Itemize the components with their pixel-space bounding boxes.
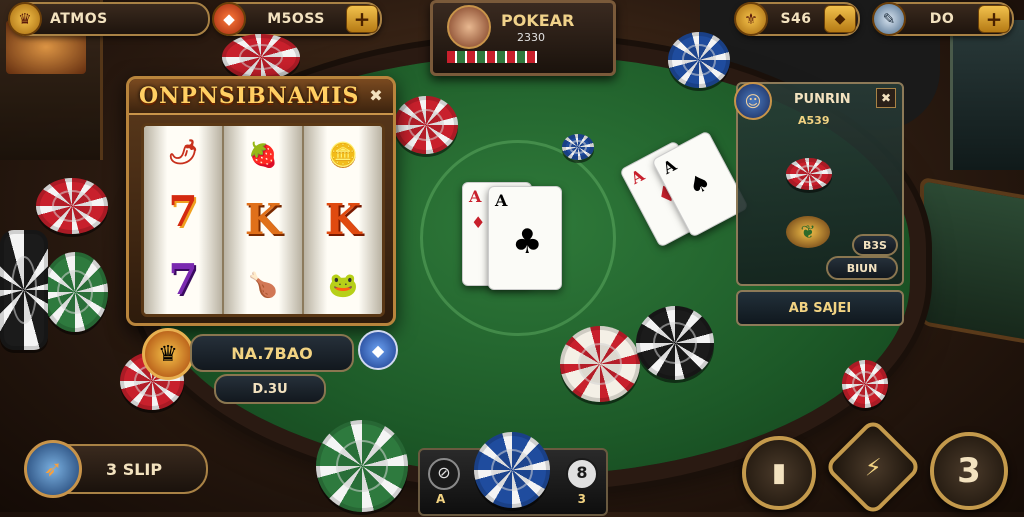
crest-icon: ♛ — [8, 2, 42, 36]
game-header: POKEAR 2330 — [430, 0, 616, 76]
player-panel-footer-text: AB SAJEI — [788, 300, 852, 316]
close-icon[interactable]: ✖ — [367, 87, 385, 105]
player-panel-pot: BIUN — [846, 261, 878, 275]
fold-icon[interactable]: ⊘ — [428, 458, 460, 490]
player-info-panel: ☺ PUNRIN ✖ A539 ❦ B3S BIUN — [734, 82, 904, 286]
player-panel-close-icon[interactable]: ✖ — [876, 88, 896, 108]
chip-black-stack-left — [0, 230, 48, 350]
bet-panel[interactable]: ➶ 3 SLIP — [24, 440, 208, 498]
slot-reels: 🌶 7 7 🍓 K 🍗 🪙 K 🐸 — [141, 123, 385, 317]
slot-win-label: NA.7BAO — [190, 334, 354, 372]
opp-card2-rank: A — [659, 155, 680, 179]
community-card-2: A ♣ — [488, 186, 562, 290]
diamond-button[interactable]: ◆ — [358, 330, 398, 370]
player-panel-balance: A539 — [798, 114, 830, 127]
bet-icon: ➶ — [24, 440, 82, 498]
opp-card2-suit: ♠ — [683, 166, 716, 202]
dealer-avatar — [447, 5, 491, 49]
reel-2: 🍓 K 🍗 — [224, 126, 304, 314]
raise-icon[interactable]: 8 — [566, 458, 598, 490]
chip-green-stack-left — [42, 252, 108, 332]
reel2-symbol2: K — [244, 194, 282, 244]
feather-icon: ✎ — [872, 2, 906, 36]
currency1-add-button[interactable]: + — [346, 5, 378, 33]
slot-machine-panel[interactable]: ONPNSIBNAMIS ✖ 🌶 7 7 🍓 K 🍗 🪙 K 🐸 — [126, 76, 396, 326]
slot-win-value: NA.7BAO — [231, 343, 313, 363]
player-panel-chip — [786, 158, 832, 190]
reel1-symbol3: 7 — [168, 255, 198, 304]
card-strip — [447, 51, 537, 63]
chip-red-stack-top — [222, 34, 300, 80]
chip-red-stack-left — [36, 178, 108, 234]
reel1-symbol1: 🌶 — [167, 137, 199, 166]
slot-bet-label: D.3U — [214, 374, 326, 404]
currency1-pill[interactable]: ◆ M5OSS + — [212, 2, 382, 36]
currency3-pill[interactable]: ✎ DO + — [872, 2, 1014, 36]
reel3-symbol3: 🐸 — [328, 270, 358, 300]
bag-icon: ▮ — [771, 458, 787, 488]
reel1-symbol2: 7 — [168, 187, 198, 236]
reel2-symbol3: 🍗 — [248, 270, 278, 300]
chip-black-pot — [636, 306, 714, 380]
reel2-symbol1: 🍓 — [248, 139, 278, 169]
reel3-symbol2: K — [324, 194, 362, 244]
round-button[interactable]: 3 — [930, 432, 1008, 510]
player-panel-pot-pill: BIUN — [826, 256, 898, 280]
chip-blue-small — [562, 134, 594, 160]
coin-icon: ⚜ — [734, 2, 768, 36]
currency2-add-button[interactable]: ◆ — [824, 5, 856, 33]
boost-button[interactable]: ⚡ — [823, 417, 923, 517]
currency2-value: S46 — [780, 11, 812, 27]
inventory-button[interactable]: ▮ — [742, 436, 816, 510]
opp-card1-rank: A — [627, 165, 648, 189]
currency1-value: M5OSS — [267, 11, 325, 27]
reel-3: 🪙 K 🐸 — [304, 126, 382, 314]
player-panel-stack-pill: B3S — [852, 234, 898, 256]
slot-bet-value: D.3U — [252, 381, 288, 397]
bet-chip-button[interactable] — [474, 432, 550, 508]
reel3-symbol1: 🪙 — [328, 139, 358, 169]
player-panel-name: PUNRIN — [794, 92, 851, 107]
chip-red-table — [394, 96, 458, 154]
side-table-right — [920, 176, 1024, 348]
chip-red-right — [842, 360, 888, 408]
card2-rank: A — [495, 191, 508, 210]
arcade-machine-right-bg — [950, 20, 1024, 170]
card1-rank: A — [469, 187, 482, 206]
action-right-label: 3 — [577, 492, 586, 506]
gem-icon: ◆ — [212, 2, 246, 36]
game-title: POKEAR — [501, 11, 575, 30]
bet-amount: 3 SLIP — [106, 459, 163, 479]
lightning-icon: ⚡ — [864, 452, 882, 481]
reel-1: 🌶 7 7 — [144, 126, 224, 314]
chip-white-pot — [560, 326, 640, 402]
player-name-pill[interactable]: ♛ ATMOS — [8, 2, 210, 36]
currency2-pill[interactable]: ⚜ S46 ◆ — [734, 2, 860, 36]
game-subtitle: 2330 — [517, 31, 545, 44]
card1-suit: ♦ — [471, 213, 486, 232]
slot-title: ONPNSIBNAMIS — [129, 79, 393, 115]
player-panel-stack: B3S — [863, 238, 887, 252]
action-left-label: A — [436, 492, 446, 506]
card2-suit: ♣ — [512, 221, 543, 262]
player-panel-footer[interactable]: AB SAJEI — [736, 290, 904, 326]
currency3-add-button[interactable]: + — [978, 5, 1010, 33]
slot-win-icon: ♛ — [142, 328, 194, 380]
player-avatar: ☺ — [734, 82, 772, 120]
currency3-value: DO — [929, 11, 955, 27]
chip-green-bottom — [316, 420, 408, 512]
round-number: 3 — [957, 451, 981, 491]
player-name: ATMOS — [50, 11, 108, 27]
chip-blue-stack — [668, 32, 730, 88]
player-panel-trophy: ❦ — [786, 216, 830, 248]
